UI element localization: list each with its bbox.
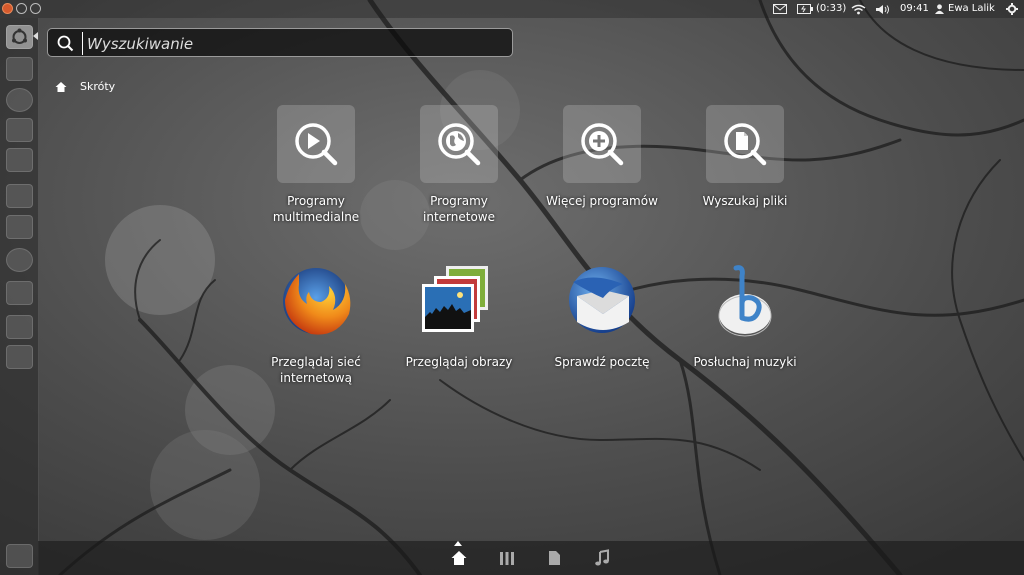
launcher: [0, 18, 39, 575]
tile-label: Więcej programów: [546, 194, 658, 208]
mail-icon[interactable]: [773, 0, 787, 18]
tile-label: Wyszukaj pliki: [702, 194, 788, 208]
plus-search-icon: [581, 123, 624, 166]
launcher-item-browser[interactable]: [6, 88, 33, 112]
launcher-item-terminal[interactable]: [6, 281, 33, 305]
search-box[interactable]: [47, 28, 513, 57]
tile-check-mail[interactable]: Sprawdź pocztę: [522, 262, 682, 370]
close-window-button[interactable]: [2, 3, 13, 14]
maximize-window-button[interactable]: [30, 3, 41, 14]
battery-time: (0:33): [816, 3, 847, 14]
home-icon: [55, 81, 67, 92]
tile-label: Przeglądaj sieć internetową: [271, 355, 361, 385]
thunderbird-icon: [569, 267, 635, 333]
music-lens-icon[interactable]: [593, 549, 611, 567]
clock[interactable]: 09:41: [900, 0, 929, 18]
battery-icon: [797, 4, 813, 14]
launcher-item-tools[interactable]: [6, 215, 33, 239]
wifi-icon[interactable]: [851, 0, 866, 18]
user-name: Ewa Lalik: [948, 3, 995, 14]
tile-icon-background: [706, 105, 784, 183]
banshee-icon: [718, 265, 772, 337]
user-menu[interactable]: Ewa Lalik: [935, 0, 995, 18]
tile-more-apps[interactable]: Więcej programów: [522, 105, 682, 209]
tile-icon-background: [420, 105, 498, 183]
launcher-item-office[interactable]: [6, 118, 33, 142]
user-icon: [935, 4, 944, 14]
files-lens-icon[interactable]: [545, 549, 563, 567]
play-search-icon: [295, 123, 338, 166]
launcher-item-files[interactable]: [6, 57, 33, 81]
launcher-item-camera[interactable]: [6, 315, 33, 339]
globe-search-icon: [438, 123, 481, 166]
photos-icon: [422, 266, 488, 332]
tile-browse-images[interactable]: Przeglądaj obrazy: [379, 262, 539, 370]
launcher-active-arrow-icon: [33, 32, 38, 40]
top-panel: (0:33) 09:41 Ewa Lalik: [0, 0, 1024, 18]
tile-internet-apps[interactable]: Programy internetowe: [379, 105, 539, 225]
tile-icon-background: [277, 105, 355, 183]
file-search-icon: [724, 123, 767, 166]
tile-label: Przeglądaj obrazy: [405, 355, 513, 369]
volume-icon[interactable]: [875, 0, 890, 18]
tile-icon-background: [563, 105, 641, 183]
session-gear-icon[interactable]: [1006, 0, 1018, 18]
lens-bar: [38, 541, 1024, 575]
home-lens-icon[interactable]: [450, 549, 468, 567]
tile-browse-web[interactable]: Przeglądaj sieć internetową: [236, 262, 396, 386]
tile-label: Programy multimedialne: [272, 194, 360, 224]
launcher-item-trash[interactable]: [6, 544, 33, 568]
lens-active-indicator-icon: [454, 541, 462, 546]
breadcrumb-label: Skróty: [80, 80, 116, 93]
breadcrumb[interactable]: Skróty: [55, 80, 115, 93]
tile-label: Sprawdź pocztę: [554, 355, 650, 369]
minimize-window-button[interactable]: [16, 3, 27, 14]
dash-home-button[interactable]: [6, 25, 33, 49]
tile-label: Posłuchaj muzyki: [693, 355, 797, 369]
tile-multimedia-apps[interactable]: Programy multimedialne: [236, 105, 396, 225]
tile-label: Programy internetowe: [423, 194, 495, 224]
launcher-item-workspaces[interactable]: [6, 345, 33, 369]
launcher-item-settings[interactable]: [6, 184, 33, 208]
search-icon: [57, 35, 74, 52]
battery-indicator[interactable]: (0:33): [797, 0, 846, 18]
ubuntu-logo-icon: [12, 28, 27, 44]
tile-listen-music[interactable]: Posłuchaj muzyki: [665, 262, 825, 370]
launcher-item-software-center[interactable]: [6, 148, 33, 172]
firefox-icon: [283, 268, 351, 335]
launcher-item-updates[interactable]: [6, 248, 33, 272]
tile-search-files[interactable]: Wyszukaj pliki: [665, 105, 825, 209]
search-input[interactable]: [82, 32, 509, 55]
applications-lens-icon[interactable]: [498, 549, 516, 567]
